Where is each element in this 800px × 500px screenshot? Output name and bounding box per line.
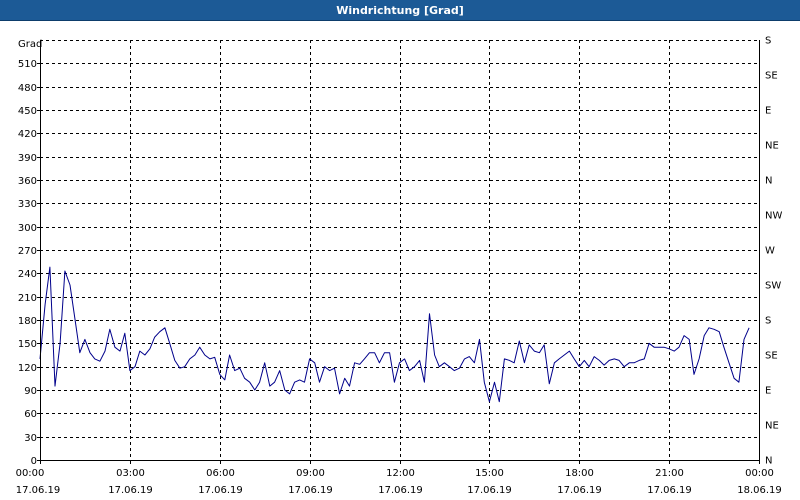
x-tick-date: 17.06.19 — [557, 485, 602, 496]
y-tick-label: 270 — [18, 246, 37, 257]
x-tick-time: 00:00 — [745, 468, 774, 479]
y-tick-label: 480 — [18, 83, 37, 94]
y-tick-label: 360 — [18, 176, 37, 187]
x-tick-date: 17.06.19 — [288, 485, 333, 496]
y-tick-label: 240 — [18, 269, 37, 280]
window-title: Windrichtung [Grad] — [0, 0, 800, 21]
x-tick-date: 17.06.19 — [198, 485, 243, 496]
x-tick-date: 17.06.19 — [378, 485, 423, 496]
x-tick-time: 06:00 — [206, 468, 235, 479]
y-tick-label: 60 — [24, 409, 37, 420]
y2-tick-label: NE — [765, 421, 779, 432]
y2-tick-label: N — [765, 176, 772, 187]
y2-tick-label: NW — [765, 211, 782, 222]
x-tick-date: 18.06.19 — [737, 485, 782, 496]
series-line-wind-direction — [39, 266, 750, 403]
y-tick-label: 180 — [18, 316, 37, 327]
y-tick-label: 300 — [18, 223, 37, 234]
y2-tick-label: SE — [765, 71, 778, 82]
x-tick-date: 17.06.19 — [467, 485, 512, 496]
x-tick-time: 15:00 — [475, 468, 504, 479]
y2-tick-label: W — [765, 246, 775, 257]
x-tick-date: 17.06.19 — [16, 485, 61, 496]
y2-tick-label: E — [765, 106, 771, 117]
x-tick-time: 00:00 — [16, 468, 45, 479]
wind-direction-chart: 0 30 60 90 120 150 180 210 240 270 300 330 360 390 420… — [16, 36, 783, 497]
x-tick-date: 17.06.19 — [108, 485, 153, 496]
gridlines — [40, 40, 759, 460]
y2-tick-label: S — [765, 36, 771, 47]
y2-tick-label: NE — [765, 141, 779, 152]
y-tick-label: 90 — [24, 386, 37, 397]
y2-tick-label: SE — [765, 351, 778, 362]
y-tick-label: 330 — [18, 199, 37, 210]
x-tick-time: 12:00 — [386, 468, 415, 479]
x-tick-date: 17.06.19 — [647, 485, 692, 496]
y-tick-label: 510 — [18, 59, 37, 70]
x-tick-time: 09:00 — [296, 468, 325, 479]
y-tick-label: 210 — [18, 293, 37, 304]
y-tick-label: 120 — [18, 363, 37, 374]
y-tick-label: 450 — [18, 106, 37, 117]
y-tick-label: 150 — [18, 339, 37, 350]
series-layer — [39, 266, 750, 403]
y2-tick-label: S — [765, 316, 771, 327]
axes — [37, 40, 760, 464]
y2-tick-label: N — [765, 456, 772, 467]
y-tick-label: 0 — [31, 456, 37, 467]
x-tick-time: 18:00 — [565, 468, 594, 479]
x-tick-time: 21:00 — [655, 468, 684, 479]
y2-tick-label: SW — [765, 281, 781, 292]
y-tick-label: 30 — [24, 433, 37, 444]
x-tick-time: 03:00 — [116, 468, 145, 479]
y2-tick-label: E — [765, 386, 771, 397]
y-axis-label: Grad — [18, 39, 42, 50]
y-tick-label: 420 — [18, 129, 37, 140]
y-tick-label: 390 — [18, 153, 37, 164]
